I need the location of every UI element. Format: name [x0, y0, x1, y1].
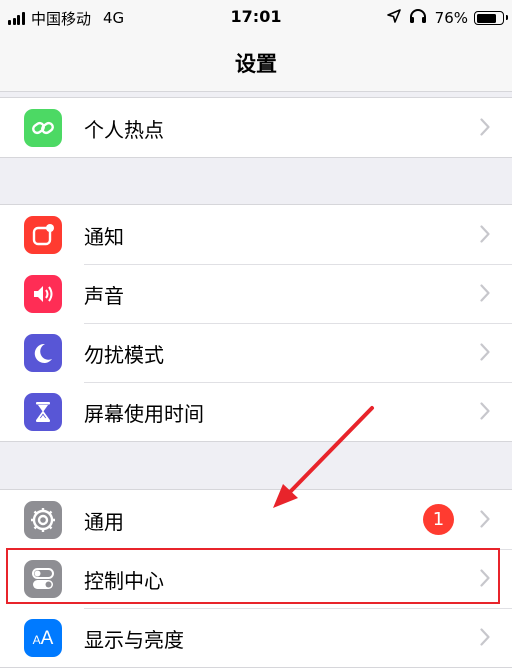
moon-icon [24, 334, 62, 372]
settings-row-label: 通知 [84, 225, 124, 249]
settings-row-display-brightness[interactable]: AA 显示与亮度 [0, 608, 512, 667]
nav-bar: 设置 [0, 36, 512, 92]
settings-row-sounds[interactable]: 声音 [0, 264, 512, 323]
chevron-right-icon [480, 225, 490, 243]
headphones-icon [409, 8, 427, 28]
settings-row-do-not-disturb[interactable]: 勿扰模式 [0, 323, 512, 382]
status-bar: 中国移动 4G 17:01 76% [0, 0, 512, 36]
notifications-icon [24, 216, 62, 254]
location-icon [386, 9, 401, 27]
settings-row-hotspot[interactable]: 个人热点 [0, 98, 512, 157]
settings-row-screen-time[interactable]: 屏幕使用时间 [0, 382, 512, 441]
settings-row-label: 个人热点 [84, 118, 164, 142]
battery-fill [476, 13, 496, 23]
chevron-right-icon [480, 118, 490, 136]
sounds-icon [24, 275, 62, 313]
settings-group-notifications: 通知 声音 勿扰模式 屏幕使用时间 [0, 204, 512, 442]
gear-icon [24, 501, 62, 539]
notification-badge: 1 [423, 504, 454, 535]
hotspot-icon [24, 109, 62, 147]
settings-row-label: 屏幕使用时间 [84, 402, 204, 426]
chevron-right-icon [480, 284, 490, 302]
settings-row-general[interactable]: 通用 1 [0, 490, 512, 549]
settings-row-label: 声音 [84, 284, 124, 308]
settings-row-label: 通用 [84, 510, 124, 534]
settings-row-label: 显示与亮度 [84, 628, 184, 652]
status-right: 76% [386, 7, 508, 29]
text-size-icon: AA [24, 619, 62, 657]
chevron-right-icon [480, 628, 490, 646]
chevron-right-icon [480, 402, 490, 420]
battery-percent: 76% [434, 9, 468, 27]
settings-row-label: 勿扰模式 [84, 343, 164, 367]
settings-group-hotspot: 个人热点 [0, 97, 512, 158]
highlight-box [6, 548, 500, 604]
battery-icon [474, 11, 508, 25]
chevron-right-icon [480, 343, 490, 361]
chevron-right-icon [480, 510, 490, 528]
hourglass-icon [24, 393, 62, 431]
settings-row-notifications[interactable]: 通知 [0, 205, 512, 264]
page-title: 设置 [235, 52, 277, 76]
